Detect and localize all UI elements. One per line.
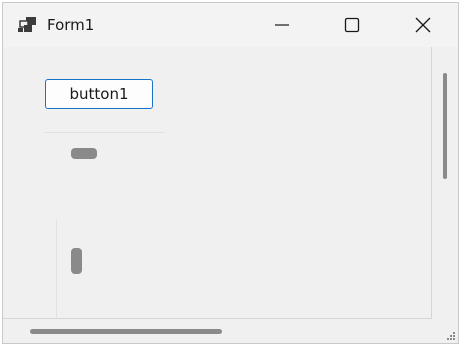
close-icon (415, 17, 431, 33)
resize-grip-icon[interactable] (444, 331, 456, 341)
minimize-button[interactable] (259, 3, 305, 47)
title-bar[interactable]: Form1 (3, 3, 458, 47)
maximize-icon (344, 17, 360, 33)
app-window-icon (18, 17, 36, 32)
close-button[interactable] (400, 3, 446, 47)
vertical-scrollbar-thumb[interactable] (71, 248, 82, 274)
form1-window: Form1 button1 (2, 2, 459, 344)
horizontal-scrollbar-track (45, 132, 165, 133)
form-horizontal-scrollbar-thumb[interactable] (30, 329, 222, 334)
maximize-button[interactable] (329, 3, 375, 47)
minimize-icon (275, 24, 289, 26)
form-client-area: button1 (3, 47, 458, 343)
button1[interactable]: button1 (45, 79, 153, 109)
window-title: Form1 (47, 16, 95, 34)
client-border-bottom (3, 318, 432, 319)
horizontal-scrollbar-thumb[interactable] (71, 148, 97, 159)
form-vertical-scrollbar-thumb[interactable] (443, 73, 447, 179)
client-border-right (431, 47, 432, 319)
vertical-scrollbar-track (56, 219, 57, 319)
